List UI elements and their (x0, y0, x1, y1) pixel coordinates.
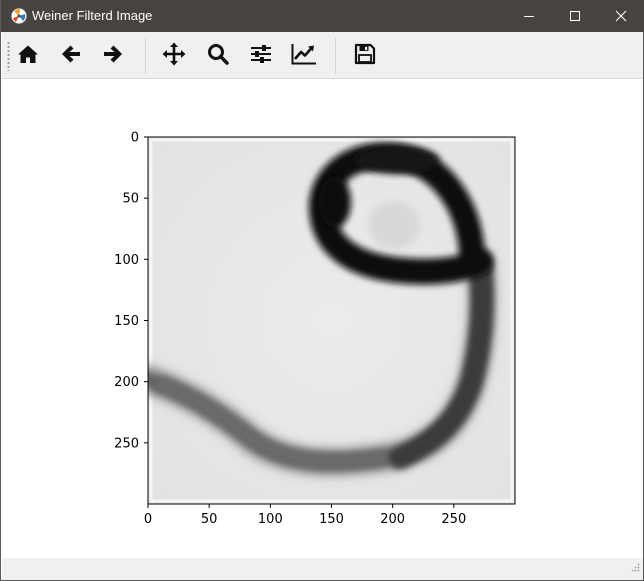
filtered-image (148, 137, 515, 504)
status-bar (2, 558, 643, 580)
maximize-icon (569, 10, 581, 22)
x-tick-label: 250 (441, 512, 466, 527)
zoom-icon (207, 43, 229, 70)
forward-button[interactable] (98, 41, 128, 71)
y-tick-label: 0 (131, 131, 139, 146)
toolbar-separator (335, 38, 336, 74)
image-plot[interactable]: 0 50 100 150 200 250 0 50 100 150 200 250 (2, 80, 643, 558)
save-icon (354, 43, 376, 70)
sliders-icon (250, 44, 272, 69)
zoom-button[interactable] (203, 41, 233, 71)
close-icon (615, 10, 627, 22)
y-tick-label: 50 (122, 192, 139, 207)
size-grip-icon[interactable] (630, 559, 640, 577)
line-chart-icon (291, 43, 317, 70)
x-tick-label: 50 (201, 512, 218, 527)
figure-canvas[interactable]: 0 50 100 150 200 250 0 50 100 150 200 250 (2, 80, 643, 558)
back-button[interactable] (56, 41, 86, 71)
application-window: Weiner Filterd Image 0 50 100 150 200 25… (0, 0, 644, 581)
toolbar-separator (145, 38, 146, 74)
x-tick-label: 150 (319, 512, 344, 527)
x-tick-label: 100 (258, 512, 283, 527)
y-axis: 0 50 100 150 200 250 (114, 131, 148, 451)
title-bar[interactable]: Weiner Filterd Image (1, 0, 644, 32)
save-button[interactable] (350, 41, 380, 71)
maximize-button[interactable] (552, 0, 598, 32)
home-button[interactable] (13, 41, 43, 71)
minimize-icon (523, 10, 535, 22)
x-tick-label: 200 (380, 512, 405, 527)
arrow-left-icon (60, 44, 82, 69)
close-button[interactable] (598, 0, 644, 32)
arrow-right-icon (102, 44, 124, 69)
navigation-toolbar (2, 32, 643, 79)
pan-button[interactable] (159, 41, 189, 71)
edit-axes-button[interactable] (289, 41, 319, 71)
x-axis: 0 50 100 150 200 250 (144, 504, 466, 527)
minimize-button[interactable] (506, 0, 552, 32)
app-icon (11, 8, 27, 24)
y-tick-label: 200 (114, 375, 139, 390)
y-tick-label: 100 (114, 253, 139, 268)
configure-subplots-button[interactable] (246, 41, 276, 71)
window-title: Weiner Filterd Image (32, 8, 153, 23)
y-tick-label: 250 (114, 436, 139, 451)
home-icon (17, 44, 39, 69)
move-icon (162, 42, 186, 71)
x-tick-label: 0 (144, 512, 152, 527)
y-tick-label: 150 (114, 314, 139, 329)
toolbar-grip[interactable] (7, 41, 10, 71)
